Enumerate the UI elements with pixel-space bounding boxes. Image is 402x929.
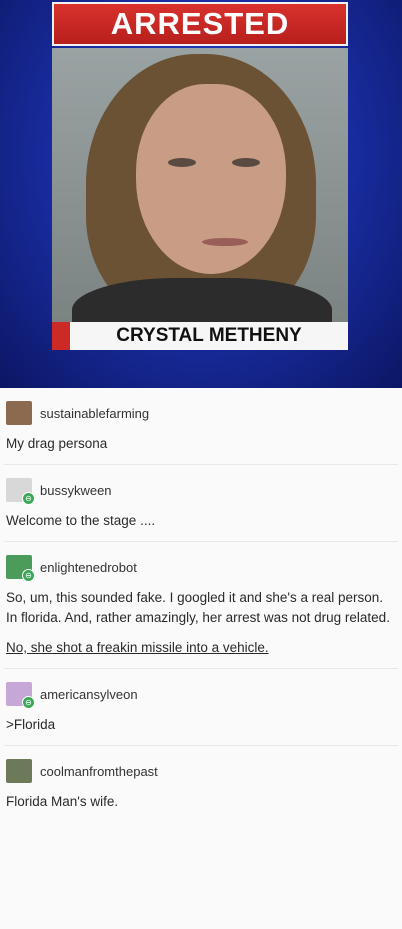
username-link[interactable]: enlightenedrobot xyxy=(40,560,137,575)
username-link[interactable]: americansylveon xyxy=(40,687,138,702)
username-link[interactable]: coolmanfromthepast xyxy=(40,764,158,779)
post-text: My drag persona xyxy=(6,436,108,451)
shirt xyxy=(72,278,332,328)
user-avatar[interactable] xyxy=(6,401,32,425)
user-avatar[interactable]: ⊖ xyxy=(6,555,35,582)
post: ⊖ bussykween Welcome to the stage .... xyxy=(4,465,398,542)
post-header: coolmanfromthepast xyxy=(6,758,398,784)
post-text: So, um, this sounded fake. I googled it … xyxy=(6,590,390,625)
username-link[interactable]: bussykween xyxy=(40,483,112,498)
post: ⊖ enlightenedrobot So, um, this sounded … xyxy=(4,542,398,669)
left-eye xyxy=(168,158,196,167)
news-image: ARRESTED CRYSTAL METHENY xyxy=(0,0,402,388)
user-avatar[interactable] xyxy=(6,759,32,783)
mouth xyxy=(202,238,248,246)
post-text-link[interactable]: No, she shot a freakin missile into a ve… xyxy=(6,638,394,658)
post-text: >Florida xyxy=(6,717,56,732)
badge-icon: ⊖ xyxy=(22,696,35,709)
user-avatar[interactable]: ⊖ xyxy=(6,478,35,505)
post-header: ⊖ americansylveon xyxy=(6,681,398,709)
badge-icon: ⊖ xyxy=(22,569,35,582)
post-text: Welcome to the stage .... xyxy=(6,513,156,528)
post: coolmanfromthepast Florida Man's wife. xyxy=(4,746,398,822)
post: sustainablefarming My drag persona xyxy=(4,388,398,465)
post-header: ⊖ bussykween xyxy=(6,477,398,505)
right-eye xyxy=(232,158,260,167)
arrested-banner: ARRESTED xyxy=(52,2,348,46)
caption-accent xyxy=(52,322,70,350)
badge-icon: ⊖ xyxy=(22,492,35,505)
post: ⊖ americansylveon >Florida xyxy=(4,669,398,746)
post-header: sustainablefarming xyxy=(6,400,398,426)
username-link[interactable]: sustainablefarming xyxy=(40,406,149,421)
mugshot-photo xyxy=(52,48,348,328)
reblog-thread: sustainablefarming My drag persona ⊖ bus… xyxy=(0,388,402,822)
name-caption: CRYSTAL METHENY xyxy=(70,322,348,350)
post-header: ⊖ enlightenedrobot xyxy=(6,554,398,582)
user-avatar[interactable]: ⊖ xyxy=(6,682,35,709)
face-shape xyxy=(136,84,286,274)
post-text: Florida Man's wife. xyxy=(6,794,119,809)
